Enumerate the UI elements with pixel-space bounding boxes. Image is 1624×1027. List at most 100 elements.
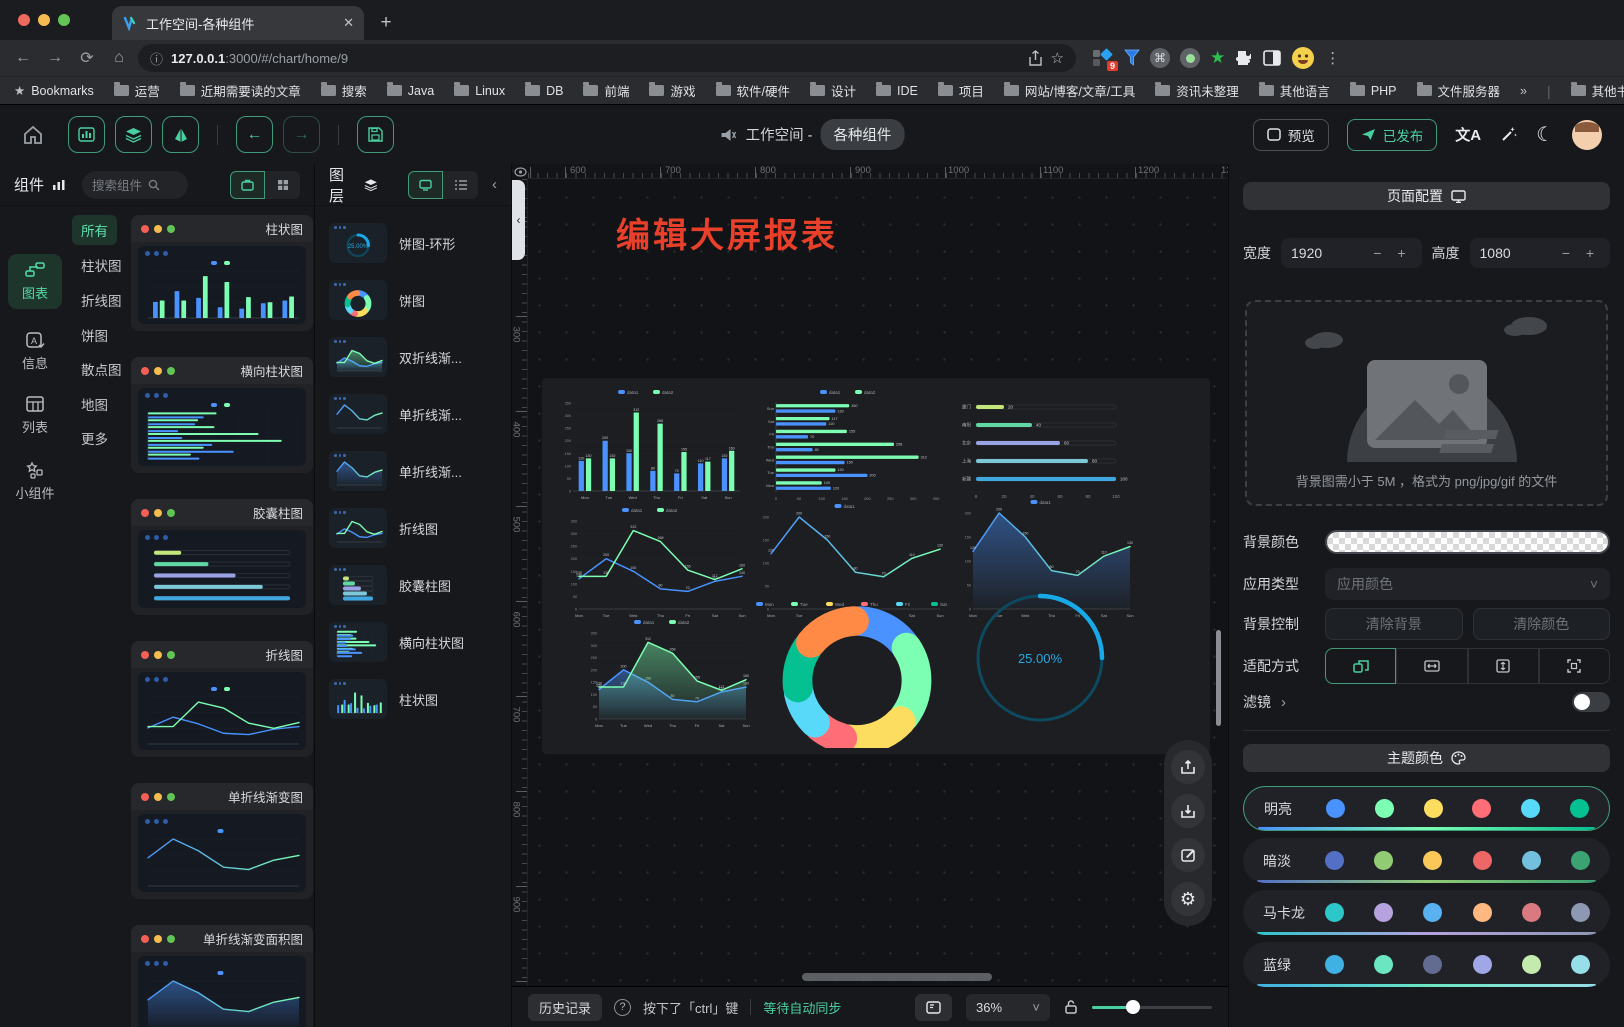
dark-mode-icon[interactable]: ☾ (1536, 122, 1554, 147)
extensions-puzzle-icon[interactable] (1235, 49, 1253, 67)
bg-color-swatch[interactable] (1325, 530, 1610, 554)
sidebar-item-charts[interactable]: 图表 (8, 254, 62, 309)
layer-item[interactable]: 胶囊柱图 (329, 564, 499, 606)
preview-button[interactable]: 预览 (1253, 119, 1329, 151)
share-icon[interactable] (1028, 50, 1043, 67)
fit-stretch-button[interactable] (1539, 648, 1610, 684)
layers-view-thumbnail[interactable] (408, 171, 443, 199)
tampermonkey-icon[interactable]: 9 (1092, 48, 1114, 68)
theme-color-dot[interactable] (1326, 799, 1345, 818)
component-card[interactable]: 柱状图 (131, 215, 313, 331)
bookmark-item[interactable]: 前端 (583, 81, 629, 100)
help-icon[interactable]: ? (614, 999, 631, 1016)
bookmark-item[interactable]: 其他语言 (1259, 81, 1330, 100)
new-tab-button[interactable]: + (372, 9, 400, 37)
tab-close-icon[interactable]: ✕ (343, 15, 354, 31)
category-map[interactable]: 地图 (72, 389, 117, 419)
layer-item[interactable]: 柱状图 (329, 678, 499, 720)
theme-row-dim[interactable]: 暗淡 (1243, 838, 1610, 883)
side-panel-icon[interactable] (1263, 50, 1281, 66)
background-upload-dropzone[interactable]: 背景图需小于 5M ，格式为 png/jpg/gif 的文件 (1245, 300, 1608, 506)
details-panel-toggle[interactable] (162, 116, 199, 153)
theme-color-dot[interactable] (1571, 851, 1590, 870)
chart-line-dual[interactable]: data1data2050100150200250300350MonTueWed… (562, 506, 748, 620)
import-icon[interactable] (1171, 794, 1205, 828)
layer-item[interactable]: 横向柱状图 (329, 621, 499, 663)
minimize-window-button[interactable] (38, 14, 50, 26)
theme-color-dot[interactable] (1571, 955, 1590, 974)
bookmark-item[interactable]: Java (387, 84, 434, 98)
dashboard-preview[interactable]: data1data2050100150200250300350MonTueWed… (542, 378, 1210, 754)
page-config-header[interactable]: 页面配置 (1243, 182, 1610, 210)
layer-item[interactable]: 双折线渐... (329, 336, 499, 378)
theme-color-dot[interactable] (1375, 799, 1394, 818)
browser-tab[interactable]: 工作空间-各种组件 ✕ (112, 6, 364, 40)
sidebar-item-widgets[interactable]: 小组件 (8, 454, 62, 509)
layout-toggle-button[interactable] (915, 994, 952, 1021)
layer-item[interactable]: 25.00% 饼图-环形 (329, 222, 499, 264)
bookmark-item[interactable]: 文件服务器 (1417, 81, 1501, 100)
canvas-horizontal-scrollbar[interactable] (802, 973, 992, 981)
theme-color-dot[interactable] (1325, 851, 1344, 870)
site-info-icon[interactable]: ⓘ (150, 49, 163, 68)
app-type-select[interactable]: 应用颜色˅ (1325, 568, 1610, 600)
macos-traffic-lights[interactable] (0, 0, 70, 40)
clear-background-button[interactable]: 清除背景 (1325, 608, 1463, 640)
panel-collapse-handle[interactable]: ‹ (512, 180, 525, 260)
bookmarks-overflow-icon[interactable]: » (1520, 84, 1527, 98)
category-line[interactable]: 折线图 (72, 285, 131, 315)
bookmark-item[interactable]: DB (525, 84, 563, 98)
theme-row-bluegreen[interactable]: 蓝绿 (1243, 942, 1610, 987)
layer-item[interactable]: 单折线渐... (329, 393, 499, 435)
close-window-button[interactable] (18, 14, 30, 26)
layer-item[interactable]: 单折线渐... (329, 450, 499, 492)
history-button[interactable]: 历史记录 (528, 994, 602, 1021)
width-stepper[interactable]: 1920− + (1281, 238, 1422, 268)
home-icon[interactable]: ⌂ (106, 49, 132, 67)
settings-gear-icon[interactable]: ⚙ (1171, 882, 1205, 916)
chart-ring[interactable]: 25.00% (970, 586, 1110, 730)
chart-hbar-grouped[interactable]: data1data2Mon120100Tue200130Wed150312Thu… (760, 388, 946, 502)
clear-color-button[interactable]: 清除颜色 (1473, 608, 1611, 640)
bookmark-item[interactable]: 网站/博客/文章/工具 (1004, 81, 1135, 100)
app-home-icon[interactable] (22, 125, 44, 145)
shortcut-extension-icon[interactable]: ⌘ (1150, 48, 1170, 68)
components-panel-toggle[interactable] (68, 116, 105, 153)
export-icon[interactable] (1171, 750, 1205, 784)
theme-color-header[interactable]: 主题颜色 (1243, 744, 1610, 772)
filter-toggle[interactable] (1572, 692, 1610, 712)
chart-bar-grouped[interactable]: data1data2050100150200250300350MonTueWed… (556, 388, 746, 502)
height-stepper[interactable]: 1080− + (1470, 238, 1611, 268)
reload-icon[interactable]: ⟳ (74, 48, 100, 68)
theme-color-dot[interactable] (1423, 851, 1442, 870)
bookmark-star-icon[interactable]: ☆ (1051, 49, 1064, 67)
theme-row-bright[interactable]: 明亮 (1243, 786, 1610, 831)
theme-color-dot[interactable] (1472, 799, 1491, 818)
collapse-layers-icon[interactable]: ‹ (492, 176, 497, 193)
recorder-extension-icon[interactable] (1180, 48, 1200, 68)
filter-expand-icon[interactable]: › (1281, 694, 1286, 711)
theme-color-dot[interactable] (1522, 903, 1541, 922)
bookmark-item[interactable]: 近期需要读的文章 (180, 81, 301, 100)
sidebar-item-list[interactable]: 列表 (8, 388, 62, 443)
magic-wand-icon[interactable] (1499, 125, 1518, 144)
bookmark-item[interactable]: 项目 (938, 81, 984, 100)
dashboard-title-text[interactable]: 编辑大屏报表 (616, 208, 838, 257)
theme-color-dot[interactable] (1522, 851, 1541, 870)
category-pie[interactable]: 饼图 (72, 320, 117, 350)
category-bar[interactable]: 柱状图 (72, 250, 131, 280)
star-extension-icon[interactable]: ★ (1210, 48, 1225, 68)
bookmark-item[interactable]: 设计 (810, 81, 856, 100)
category-scatter[interactable]: 散点图 (72, 354, 131, 384)
redo-button[interactable]: → (283, 116, 320, 153)
theme-color-dot[interactable] (1522, 955, 1541, 974)
theme-color-dot[interactable] (1325, 903, 1344, 922)
bookmark-item[interactable]: 搜索 (321, 81, 367, 100)
category-all[interactable]: 所有 (72, 215, 117, 245)
theme-color-dot[interactable] (1374, 903, 1393, 922)
chart-donut[interactable]: MonTueWedThuFriSatSun (754, 600, 960, 748)
theme-color-dot[interactable] (1423, 955, 1442, 974)
component-card[interactable]: 横向柱状图 (131, 357, 313, 473)
profile-avatar-icon[interactable] (1291, 46, 1315, 70)
workspace-name-pill[interactable]: 各种组件 (820, 119, 904, 150)
